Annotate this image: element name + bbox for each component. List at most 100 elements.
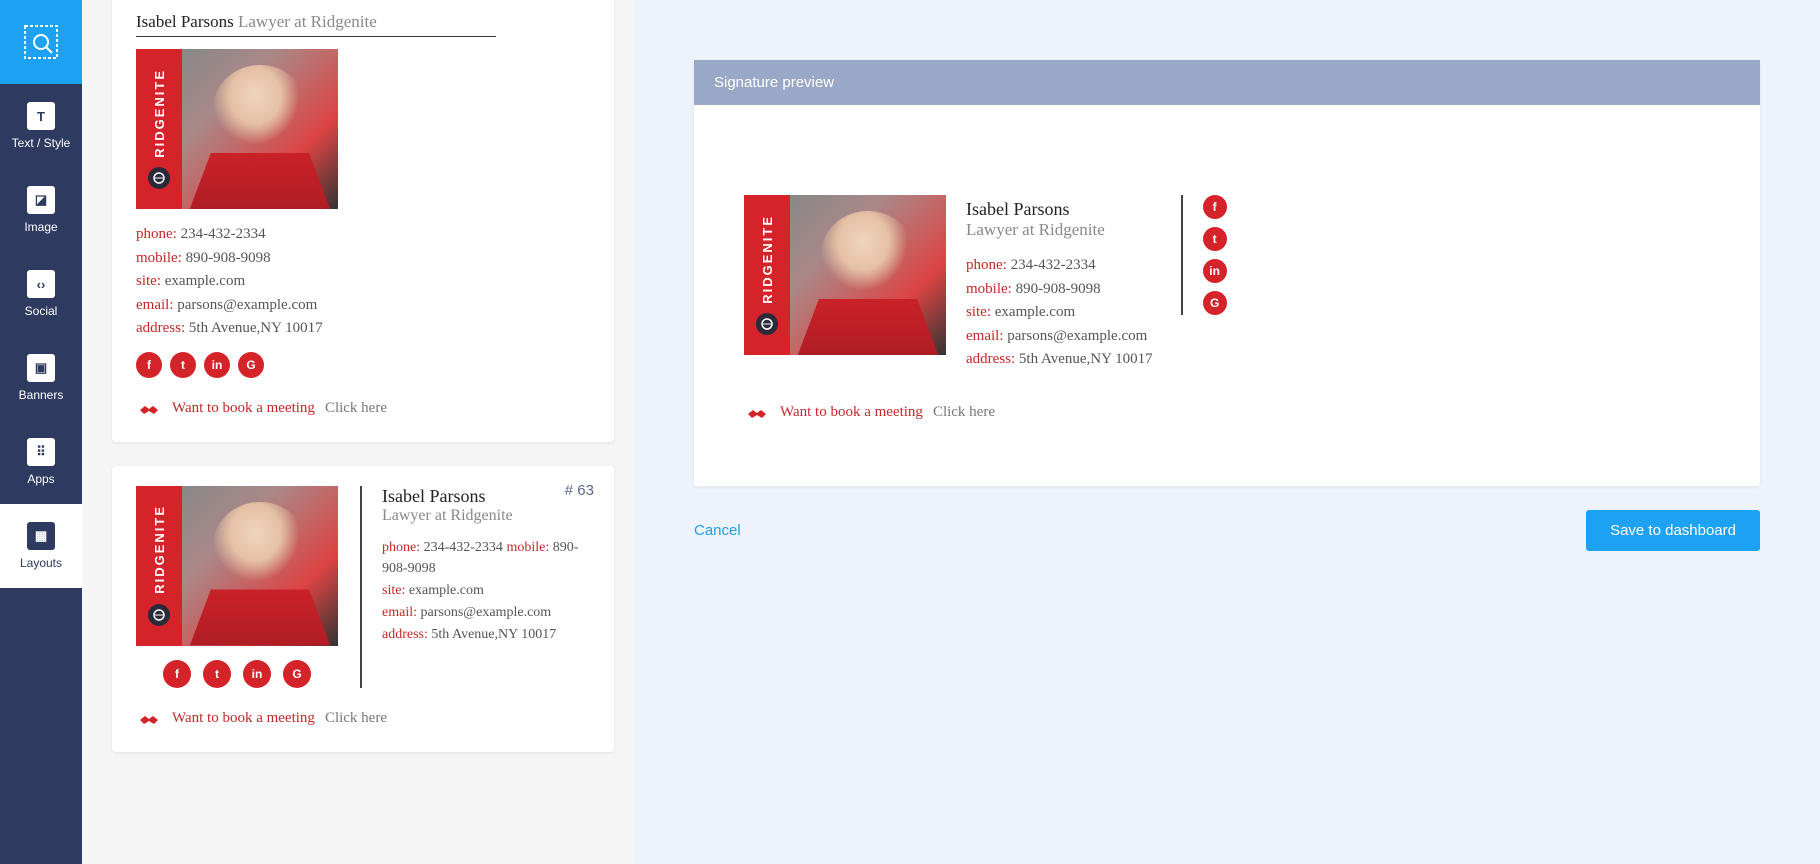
google-icon[interactable]: G [283,660,311,688]
company-vert: RIDGENITE [152,69,167,158]
address-label: address: [382,627,428,642]
person-title: Lawyer at Ridgenite [966,220,1153,240]
email-label: email: [136,297,174,313]
preview-body: RIDGENITE Isabel Parsons Lawyer at Ridge… [694,105,1760,486]
phone-value: 234-432-2334 [181,226,266,242]
template-number: # 63 [565,482,594,499]
layouts-icon: ▦ [27,522,55,550]
address-value: 5th Avenue,NY 10017 [431,627,556,642]
person-name: Isabel Parsons [966,199,1153,220]
sidebar-item-image[interactable]: ◪ Image [0,168,82,252]
apps-icon: ⠿ [27,438,55,466]
phone-value: 234-432-2334 [424,540,503,555]
site-label: site: [136,273,161,289]
meeting-click[interactable]: Click here [325,710,387,727]
company-bar: RIDGENITE [744,195,790,355]
site-value: example.com [995,304,1075,320]
email-label: email: [966,328,1004,344]
person-title: Lawyer at Ridgenite [382,507,590,525]
sidebar-item-label: Social [25,304,58,318]
linkedin-icon[interactable]: in [243,660,271,688]
facebook-icon[interactable]: f [163,660,191,688]
mobile-label: mobile: [136,250,182,266]
sidebar-item-social[interactable]: ‹› Social [0,252,82,336]
meeting-click[interactable]: Click here [933,404,995,421]
facebook-icon[interactable]: f [136,352,162,378]
handshake-icon [136,396,162,422]
save-button[interactable]: Save to dashboard [1586,510,1760,551]
profile-photo [790,195,946,355]
handshake-icon [744,400,770,426]
person-title: Lawyer at Ridgenite [238,12,377,31]
site-label: site: [382,583,405,598]
address-label: address: [136,320,185,336]
sidebar-item-apps[interactable]: ⠿ Apps [0,420,82,504]
twitter-icon[interactable]: t [1203,227,1227,251]
cancel-button[interactable]: Cancel [694,522,741,539]
linkedin-icon[interactable]: in [1203,259,1227,283]
mobile-value: 890-908-9098 [1016,281,1101,297]
site-value: example.com [409,583,484,598]
address-value: 5th Avenue,NY 10017 [189,320,323,336]
company-badge-icon [756,313,778,335]
template-card[interactable]: Isabel Parsons Lawyer at Ridgenite RIDGE… [112,0,614,442]
sidebar-item-label: Text / Style [12,136,71,150]
phone-label: phone: [382,540,420,555]
twitter-icon[interactable]: t [203,660,231,688]
image-icon: ◪ [27,186,55,214]
socials-column: f t in G [1181,195,1227,315]
meeting-row: Want to book a meeting Click here [744,400,1710,426]
preview-box: Signature preview RIDGENITE Isabel Pars [694,60,1760,486]
meeting-row: Want to book a meeting Click here [136,396,590,422]
person-name: Isabel Parsons [136,12,234,31]
profile-photo [182,486,338,646]
app-logo[interactable] [0,0,82,84]
email-label: email: [382,605,417,620]
profile-photo [182,49,338,209]
facebook-icon[interactable]: f [1203,195,1227,219]
text-icon: T [27,102,55,130]
contact-list: phone: 234-432-2334 mobile: 890-908-9098… [966,254,1153,371]
mobile-label: mobile: [966,281,1012,297]
meeting-row: Want to book a meeting Click here [136,706,590,732]
socials-row: f t in G [136,352,590,378]
site-value: example.com [165,273,245,289]
photo-block: RIDGENITE [136,49,590,209]
sidebar-item-layouts[interactable]: ▦ Layouts [0,504,82,588]
twitter-icon[interactable]: t [170,352,196,378]
phone-label: phone: [966,257,1007,273]
handshake-icon [136,706,162,732]
meeting-text: Want to book a meeting [780,404,923,421]
mobile-label: mobile: [506,540,549,555]
sidebar: T Text / Style ◪ Image ‹› Social ▣ Banne… [0,0,82,864]
sidebar-item-banners[interactable]: ▣ Banners [0,336,82,420]
linkedin-icon[interactable]: in [204,352,230,378]
email-value: parsons@example.com [1007,328,1147,344]
app-root: T Text / Style ◪ Image ‹› Social ▣ Banne… [0,0,1820,864]
preview-header: Signature preview [694,60,1760,105]
templates-scroll[interactable]: Isabel Parsons Lawyer at Ridgenite RIDGE… [82,0,634,864]
sidebar-item-text-style[interactable]: T Text / Style [0,84,82,168]
sidebar-item-label: Apps [27,472,54,486]
email-value: parsons@example.com [421,605,552,620]
address-value: 5th Avenue,NY 10017 [1019,351,1153,367]
person-name: Isabel Parsons [382,486,590,507]
sidebar-item-label: Image [24,220,57,234]
google-icon[interactable]: G [1203,291,1227,315]
template-card[interactable]: # 63 RIDGENITE [112,466,614,752]
socials-row: f t in G [136,660,338,688]
phone-label: phone: [136,226,177,242]
meeting-click[interactable]: Click here [325,400,387,417]
google-icon[interactable]: G [238,352,264,378]
company-badge-icon [148,167,170,189]
company-bar: RIDGENITE [136,486,182,646]
photo-block: RIDGENITE [744,195,946,355]
templates-panel: Isabel Parsons Lawyer at Ridgenite RIDGE… [82,0,634,864]
company-bar: RIDGENITE [136,49,182,209]
meeting-text: Want to book a meeting [172,710,315,727]
phone-value: 234-432-2334 [1011,257,1096,273]
company-badge-icon [148,604,170,626]
preview-panel: Signature preview RIDGENITE Isabel Pars [634,0,1820,864]
site-label: site: [966,304,991,320]
name-line: Isabel Parsons Lawyer at Ridgenite [136,12,496,37]
